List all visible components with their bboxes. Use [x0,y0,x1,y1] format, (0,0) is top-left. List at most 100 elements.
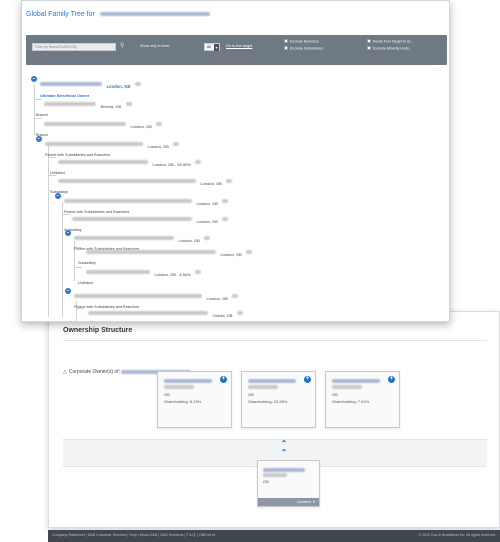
global-family-tree-panel: Global Family Tree for Filter by Name/DU… [21,0,450,322]
owner-shareholding: Shareholding: 7.04% [332,399,370,404]
footer-links[interactable]: Company Statement | D&B Customer Service… [52,533,215,537]
owner-card-1[interactable]: + GB Shareholding: 8.13% [157,371,232,428]
title-divider [63,340,487,341]
blurred-node-name[interactable] [72,216,192,221]
collapse-minus-icon[interactable]: − [65,288,71,294]
tree-node-branch-2[interactable]: London, GB Branch [36,115,163,137]
node-location: London, GB [220,252,242,257]
blurred-node-name[interactable] [40,81,102,86]
blurred-node-meta [222,216,229,221]
blurred-target-subname [263,473,287,477]
show-level-label: Show only to level: [140,44,170,48]
tree-node-unlinked-2[interactable]: London, GB - 4.54% Unlinked [78,263,202,285]
expand-plus-icon[interactable]: + [304,376,311,383]
ownership-structure-panel: Ownership Structure △ Corporate Owner(s) … [48,311,500,528]
blurred-owner-name[interactable] [248,379,296,383]
collapse-minus-icon[interactable]: − [31,76,37,82]
node-location: London, GB [196,219,218,224]
tree-node-subsidiary-1[interactable]: London, GB Subsidiary [50,172,233,194]
tree-node-branch-1[interactable]: Brecha, GB Branch [36,95,132,117]
owner-shareholding: Shareholding: 22.66% [248,399,288,404]
blurred-node-meta [134,81,141,86]
blurred-target-name[interactable] [263,468,305,472]
ownership-structure-title: Ownership Structure [63,327,133,334]
page-footer: Company Statement | D&B Customer Service… [48,530,500,542]
corporate-owners-label: Corporate Owner(s) of: [68,369,120,375]
checkbox-box[interactable] [367,46,371,50]
node-location: London, GB [196,201,218,206]
chevron-down-icon: ▾ [214,44,219,51]
tree-connector [34,85,35,135]
node-location: Oxford, GB [212,313,233,318]
go-to-target-link[interactable]: Go to the target [226,44,252,48]
blurred-node-meta [204,235,211,240]
blurred-node-name[interactable] [58,178,196,183]
family-tree-title: Global Family Tree for [26,11,210,18]
blurred-node-name[interactable] [44,101,96,106]
blurred-node-name[interactable] [74,293,202,298]
owner-country: GB [332,392,338,397]
owner-card-2[interactable]: + GB Shareholding: 22.66% [241,371,316,428]
route-target-checkbox[interactable]: Route from Target to Gl... [367,39,413,44]
node-location: London, GB [200,181,222,186]
search-icon[interactable]: ⚲ [120,42,124,49]
collapse-triangle-icon[interactable]: △ [63,369,67,375]
node-location: London, GB [206,296,228,301]
blurred-node-meta [226,178,233,183]
tree-node-subsidiary-3[interactable]: London, GB Subsidiary [78,243,253,265]
blurred-owner-subname [248,385,278,389]
checkbox-label: Exclude Subsidiaries [290,46,324,51]
expand-plus-icon[interactable]: + [388,376,395,383]
checkbox-box[interactable] [284,39,288,43]
blurred-node-name[interactable] [64,198,192,203]
exclude-minority-checkbox[interactable]: Exclude Minority Holdi... [367,46,412,51]
blurred-node-name[interactable] [44,121,126,126]
blurred-node-name[interactable] [86,269,150,274]
blurred-node-name[interactable] [88,310,208,315]
blurred-node-name[interactable] [58,159,148,164]
collapse-minus-icon[interactable]: − [55,193,61,199]
tree-filter-toolbar: Filter by Name/DUNS/City ⚲ Show only to … [26,35,447,65]
blurred-node-name[interactable] [74,235,174,240]
blurred-node-meta [246,249,253,254]
collapse-minus-icon[interactable]: − [36,136,42,142]
exclude-branches-checkbox[interactable]: Exclude Branches [284,39,319,44]
blurred-node-name[interactable] [86,249,216,254]
owner-country: GB [164,392,170,397]
checkbox-box[interactable] [367,39,371,43]
blurred-node-meta [236,310,243,315]
owner-card-3[interactable]: + GB Shareholding: 7.04% [325,371,400,428]
blurred-node-meta [232,293,239,298]
owner-shareholding: Shareholding: 8.13% [164,399,202,404]
tree-search-input[interactable]: Filter by Name/DUNS/City [32,43,116,51]
blurred-node-meta [156,121,163,126]
exclude-subsidiaries-checkbox[interactable]: Exclude Subsidiaries [284,46,323,51]
owners-count-footer: Owners: 3 [258,498,319,506]
blurred-node-name[interactable] [45,141,143,146]
checkbox-label: Route from Target to Gl... [373,39,414,44]
blurred-owner-subname [164,385,194,389]
checkbox-label: Exclude Minority Holdi... [373,46,412,51]
checkbox-box[interactable] [284,46,288,50]
tree-node-branch-3[interactable]: Oxford, GB Branch [80,304,243,321]
blurred-owner-name[interactable] [164,379,212,383]
target-country: GB [263,479,269,484]
expand-plus-icon[interactable]: + [220,376,227,383]
level-select[interactable]: All ▾ [204,43,220,51]
collapse-minus-icon[interactable]: − [65,230,71,236]
blurred-node-meta [125,101,132,106]
node-location: London, GB [147,144,169,149]
node-location: London, GB [130,124,152,129]
node-location: London, GB - 50.00% [152,162,191,167]
level-select-value: All [207,45,211,49]
blurred-owner-name[interactable] [332,379,380,383]
blurred-target-company-name [99,12,210,17]
node-location: Brecha, GB [100,104,122,109]
target-company-card[interactable]: GB Owners: 3 [257,460,320,507]
collapse-chevron-up-icon[interactable]: ⌃ ⌃ [279,439,289,457]
blurred-node-meta [195,159,202,164]
family-tree-list: − London, GB Ultimate Beneficial Owner B… [22,65,449,321]
family-tree-title-text: Global Family Tree for [26,11,95,18]
blurred-node-meta [195,269,202,274]
node-role: Unlinked [78,281,93,285]
